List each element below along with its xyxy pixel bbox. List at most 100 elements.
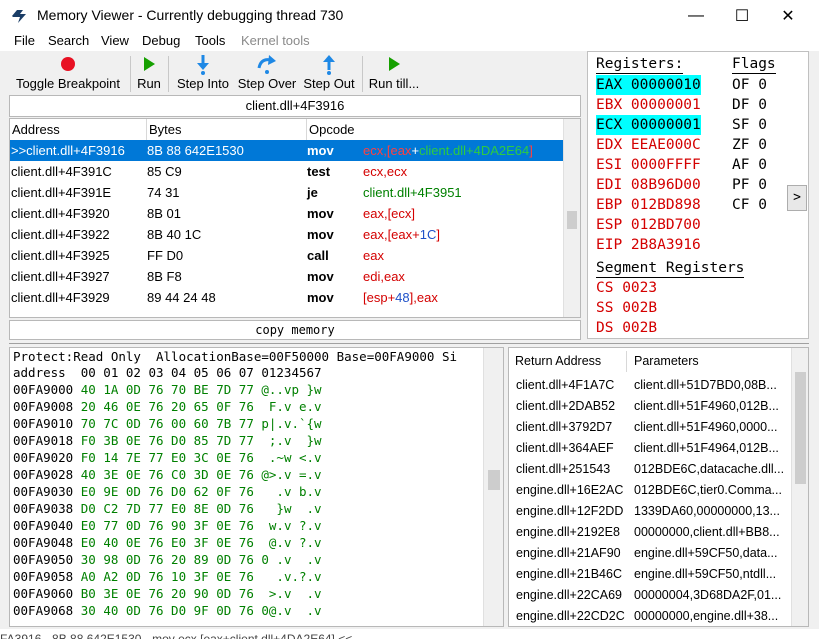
hex-row[interactable]: 00FA9040 E0 77 0D 76 90 3F 0E 76 w.v ?.v [13, 518, 322, 535]
disasm-scrollbar[interactable] [563, 119, 580, 317]
hex-row[interactable]: 00FA9058 A0 A2 0D 76 10 3F 0E 76 .v.?.v [13, 569, 322, 586]
hex-row[interactable]: 00FA9008 20 46 0E 76 20 65 0F 76 F.v e.v [13, 399, 322, 416]
row-bytes: 8B 40 1C [147, 227, 202, 242]
flag-sf[interactable]: SF 0 [732, 115, 767, 135]
register-eax[interactable]: EAX 00000010 [596, 75, 701, 95]
register-ds[interactable]: DS 002B [596, 318, 657, 338]
step-over-icon [257, 55, 276, 74]
row-operands: ecx,ecx [363, 164, 408, 179]
flag-af[interactable]: AF 0 [732, 155, 767, 175]
disassembler-address-header[interactable]: client.dll+4F3916 [9, 95, 581, 117]
hex-row[interactable]: 00FA9038 D0 C2 7D 77 E0 8E 0D 76 }w .v [13, 501, 322, 518]
hex-row[interactable]: 00FA9048 E0 40 0E 76 E0 3F 0E 76 @.v ?.v [13, 535, 322, 552]
hex-row[interactable]: 00FA9020 F0 14 7E 77 E0 3C 0E 76 .~w <.v [13, 450, 322, 467]
menu-bar: File Search View Debug Tools Kernel tool… [0, 31, 819, 51]
stack-scrollbar[interactable] [791, 348, 808, 626]
row-opcode: mov [307, 206, 334, 221]
column-header-parameters[interactable]: Parameters [627, 351, 791, 372]
copy-memory-field[interactable]: copy memory [9, 320, 581, 340]
disasm-row[interactable]: client.dll+4F3929 89 44 24 48 mov [esp+4… [10, 287, 563, 308]
register-edi[interactable]: EDI 08B96D00 [596, 175, 701, 195]
row-operands: client.dll+4F3951 [363, 185, 462, 200]
row-address: client.dll+4F3929 [11, 290, 110, 305]
register-ss[interactable]: SS 002B [596, 298, 657, 318]
flags-title: Flags [732, 56, 776, 74]
menu-tools[interactable]: Tools [195, 33, 225, 48]
flag-zf[interactable]: ZF 0 [732, 135, 767, 155]
splitter[interactable] [9, 343, 809, 344]
stack-view[interactable]: Return Address Parameters client.dll+4F1… [508, 347, 809, 627]
hex-row[interactable]: 00FA9018 F0 3B 0E 76 D0 85 7D 77 ;.v }w [13, 433, 322, 450]
register-eip[interactable]: EIP 2B8A3916 [596, 235, 701, 255]
disasm-row[interactable]: client.dll+4F391E 74 31 je client.dll+4F… [10, 182, 563, 203]
register-ecx[interactable]: ECX 00000001 [596, 115, 701, 135]
hex-view[interactable]: Protect:Read Only AllocationBase=00F5000… [9, 347, 504, 627]
flag-cf[interactable]: CF 0 [732, 195, 767, 215]
scrollbar-thumb[interactable] [488, 470, 500, 490]
segment-registers-title: Segment Registers [596, 260, 745, 278]
hex-row[interactable]: 00FA9068 30 40 0D 76 D0 9F 0D 76 0@.v .v [13, 603, 322, 620]
register-esp[interactable]: ESP 012BD700 [596, 215, 701, 235]
column-header-address[interactable]: Address [10, 119, 147, 140]
close-button[interactable]: ✕ [765, 0, 811, 31]
row-operands: eax,[ecx] [363, 206, 416, 221]
scrollbar-thumb[interactable] [795, 372, 806, 484]
step-over-button[interactable]: Step Over [236, 54, 298, 94]
disasm-row-selected[interactable]: >>client.dll+4F3916 8B 88 642E1530 mov e… [10, 140, 563, 161]
register-esi[interactable]: ESI 0000FFFF [596, 155, 701, 175]
menu-file[interactable]: File [14, 33, 35, 48]
run-till-button[interactable]: Run till... [368, 54, 420, 94]
flag-pf[interactable]: PF 0 [732, 175, 767, 195]
step-out-label: Step Out [303, 76, 355, 91]
disassembler-view[interactable]: Address Bytes Opcode >>client.dll+4F3916… [9, 118, 581, 318]
row-opcode: mov [307, 269, 334, 284]
disasm-row[interactable]: client.dll+4F391C 85 C9 test ecx,ecx [10, 161, 563, 182]
run-till-label: Run till... [368, 76, 420, 91]
row-address: >>client.dll+4F3916 [11, 143, 125, 158]
step-into-label: Step Into [176, 76, 230, 91]
step-out-button[interactable]: Step Out [301, 54, 357, 94]
row-operands: eax,[eax+1C] [363, 227, 440, 242]
row-bytes: 74 31 [147, 185, 180, 200]
scrollbar-thumb[interactable] [567, 211, 577, 229]
register-cs[interactable]: CS 0023 [596, 278, 657, 298]
row-address: client.dll+4F391C [11, 164, 112, 179]
disasm-row[interactable]: client.dll+4F3927 8B F8 mov edi,eax [10, 266, 563, 287]
register-ebx[interactable]: EBX 00000001 [596, 95, 701, 115]
row-opcode: je [307, 185, 318, 200]
column-header-opcode[interactable]: Opcode [307, 119, 563, 140]
hex-row[interactable]: 00FA9060 B0 3E 0E 76 20 90 0D 76 >.v .v [13, 586, 322, 603]
menu-kernel-tools[interactable]: Kernel tools [241, 33, 310, 48]
cheat-engine-icon [12, 10, 26, 23]
status-bar: FA3916 - 8B 88 642E1530 - mov ecx,[eax+c… [0, 629, 819, 639]
toolbar-separator [168, 56, 169, 92]
flag-df[interactable]: DF 0 [732, 95, 767, 115]
hex-row[interactable]: 00FA9050 30 98 0D 76 20 89 0D 76 0 .v .v [13, 552, 322, 569]
expand-registers-button[interactable]: > [787, 185, 807, 211]
column-header-return-address[interactable]: Return Address [509, 351, 627, 372]
minimize-button[interactable]: — [673, 0, 719, 31]
register-ebp[interactable]: EBP 012BD898 [596, 195, 701, 215]
disasm-row[interactable]: client.dll+4F3920 8B 01 mov eax,[ecx] [10, 203, 563, 224]
disasm-row[interactable]: client.dll+4F3922 8B 40 1C mov eax,[eax+… [10, 224, 563, 245]
menu-debug[interactable]: Debug [142, 33, 180, 48]
disasm-row[interactable]: client.dll+4F3925 FF D0 call eax [10, 245, 563, 266]
hex-row[interactable]: 00FA9028 40 3E 0E 76 C0 3D 0E 76 @>.v =.… [13, 467, 322, 484]
column-header-bytes[interactable]: Bytes [147, 119, 307, 140]
run-button[interactable]: Run [135, 54, 163, 94]
row-bytes: 8B 88 642E1530 [147, 143, 244, 158]
menu-search[interactable]: Search [48, 33, 89, 48]
window-title: Memory Viewer - Currently debugging thre… [37, 7, 344, 23]
hex-scrollbar[interactable] [483, 348, 503, 626]
maximize-button[interactable]: ☐ [719, 0, 765, 31]
toggle-breakpoint-label: Toggle Breakpoint [15, 76, 121, 91]
step-into-button[interactable]: Step Into [174, 54, 232, 94]
menu-view[interactable]: View [101, 33, 129, 48]
register-edx[interactable]: EDX EEAE000C [596, 135, 701, 155]
flag-of[interactable]: OF 0 [732, 75, 767, 95]
toggle-breakpoint-button[interactable]: Toggle Breakpoint [11, 54, 125, 94]
run-label: Run [137, 76, 161, 91]
hex-row[interactable]: 00FA9030 E0 9E 0D 76 D0 62 0F 76 .v b.v [13, 484, 322, 501]
hex-row[interactable]: 00FA9000 40 1A 0D 76 70 BE 7D 77 @..vp }… [13, 382, 322, 399]
hex-row[interactable]: 00FA9010 70 7C 0D 76 00 60 7B 77 p|.v.`{… [13, 416, 322, 433]
